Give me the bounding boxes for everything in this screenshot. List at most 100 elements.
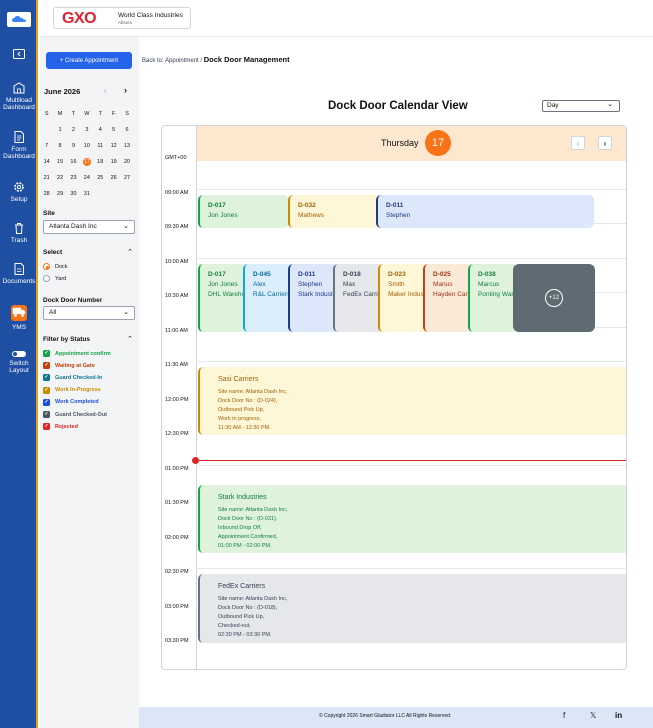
checkbox-checked-icon: ✓	[43, 362, 50, 370]
appointment-event[interactable]: D-018 Max FedEx Carriers	[333, 264, 383, 332]
time-slot-gridline	[196, 465, 626, 466]
mini-calendar-day[interactable]: 5	[107, 127, 120, 133]
appointment-event[interactable]: FedEx Carriers Site name: Atlanta Dash In…	[198, 574, 626, 643]
view-mode-select[interactable]: Day ⌄	[542, 100, 620, 112]
appointment-event[interactable]: D-038 Marcus Ponting Warehouse	[468, 264, 518, 332]
filter-status-label: Filter by Status	[43, 336, 90, 343]
sidebar-item-multiload-dashboard[interactable]: Multiload Dashboard	[0, 81, 38, 112]
mini-calendar-prev-button[interactable]: ‹	[104, 86, 107, 95]
day-calendar: Thursday 17 ‹ › GMT+00 09:00 AM 09:30 AM 10…	[161, 125, 627, 670]
mini-calendar-day[interactable]: 7	[40, 143, 53, 149]
mini-calendar-day[interactable]: 16	[67, 159, 80, 165]
status-filter-checkbox[interactable]: ✓ Work Completed	[43, 398, 99, 406]
breadcrumb-current: Dock Door Management	[203, 55, 290, 64]
mini-calendar-day[interactable]: 23	[67, 175, 80, 181]
mini-calendar-day[interactable]: 1	[53, 127, 66, 133]
mini-calendar-day[interactable]: 24	[80, 175, 93, 181]
sidebar-item-form-dashboard[interactable]: Form Dashboard	[0, 130, 38, 161]
sidebar-item-documents[interactable]: Documents	[0, 262, 38, 285]
appointment-event[interactable]: D-023 Smith Maker Industries	[378, 264, 428, 332]
mini-calendar-day[interactable]: 25	[94, 175, 107, 181]
event-dock-id: D-032	[298, 202, 316, 209]
more-events-button[interactable]: +12	[513, 264, 595, 332]
mini-calendar-day[interactable]: 2	[67, 127, 80, 133]
mini-calendar-day[interactable]: 27	[120, 175, 133, 181]
appointment-event[interactable]: Stark Industries Site name: Atlanta Dash …	[198, 485, 626, 553]
current-time-dot	[192, 457, 199, 464]
mini-calendar-day[interactable]: 20	[120, 159, 133, 165]
mini-calendar-day[interactable]: 4	[94, 127, 107, 133]
status-filter-checkbox[interactable]: ✓ Guard Checked-Out	[43, 411, 107, 418]
status-filter-label: Appointment confirm	[55, 350, 111, 357]
appointment-event[interactable]: D-032 Mathews	[288, 195, 380, 228]
site-select[interactable]: Atlanta Dash Inc ⌄	[43, 220, 135, 234]
document-icon	[14, 131, 24, 143]
mini-calendar-day[interactable]: 13	[120, 143, 133, 149]
sidebar-item-yms[interactable]: YMS	[0, 305, 38, 331]
breadcrumb-back-link[interactable]: Back to: Appointment /	[142, 58, 202, 64]
time-slot-label: 11:00 AM	[165, 328, 188, 334]
radio-yard[interactable]: Yard	[43, 275, 66, 282]
appointment-event[interactable]: D-011 Stephen Stark Industries	[288, 264, 338, 332]
appointment-event[interactable]: D-017 Jon Jones	[198, 195, 289, 228]
appointment-event[interactable]: D-025 Manus Hayden Carriers	[423, 264, 473, 332]
mini-calendar-day[interactable]: 11	[94, 143, 107, 149]
status-filter-label: Waiting at Gate	[55, 362, 95, 369]
mini-calendar-day[interactable]: 10	[80, 143, 93, 149]
mini-calendar-next-button[interactable]: ›	[124, 85, 127, 95]
event-detail-line: Dock Door No : (D-024),	[218, 398, 278, 404]
prev-day-button[interactable]: ‹	[571, 136, 585, 150]
appointment-event[interactable]: D-045 Alex R&L Carriers	[243, 264, 293, 332]
status-filter-checkbox[interactable]: ✓ Appointment confirm	[43, 350, 111, 357]
mini-calendar-day[interactable]: 12	[107, 143, 120, 149]
mini-calendar-day[interactable]: 28	[40, 191, 53, 197]
sidebar-item-minimize[interactable]	[0, 47, 38, 63]
mini-calendar-day[interactable]: 15	[53, 159, 66, 165]
mini-calendar-day[interactable]: 18	[94, 159, 107, 165]
chevron-up-icon[interactable]: ⌃	[127, 248, 133, 256]
next-day-button[interactable]: ›	[598, 136, 612, 150]
time-slot-gridline	[196, 258, 626, 259]
mini-calendar-day[interactable]: 30	[67, 191, 80, 197]
mini-calendar-day[interactable]: 22	[53, 175, 66, 181]
event-driver-name: Smith	[388, 281, 405, 288]
create-appointment-button[interactable]: + Create Appointment	[46, 52, 132, 69]
linkedin-icon[interactable]: in	[615, 711, 622, 720]
company-switcher[interactable]: GXO World Class Industries Atlanta	[53, 7, 191, 29]
truck-icon	[11, 305, 27, 321]
mini-calendar-day[interactable]: 21	[40, 175, 53, 181]
sidebar-item-trash[interactable]: Trash	[0, 221, 38, 244]
status-filter-checkbox[interactable]: ✓ Waiting at Gate	[43, 362, 95, 370]
facebook-icon[interactable]: f	[563, 711, 565, 720]
trash-icon	[15, 223, 23, 234]
mini-calendar-day[interactable]: 26	[107, 175, 120, 181]
time-slot-gridline	[196, 361, 626, 362]
mini-calendar-day[interactable]: 3	[80, 127, 93, 133]
select-label: Select	[43, 249, 63, 256]
status-filter-checkbox[interactable]: ✓ Work In-Progress	[43, 386, 101, 394]
mini-calendar-day[interactable]: 19	[107, 159, 120, 165]
chevron-up-icon[interactable]: ⌃	[127, 335, 133, 343]
mini-calendar-day[interactable]: 31	[80, 191, 93, 197]
appointment-event[interactable]: D-017 Jon Jones DHL Warehouse	[198, 264, 248, 332]
dock-door-select[interactable]: All ⌄	[43, 306, 135, 320]
sidebar-item-switch-layout[interactable]: Switch Layout	[0, 351, 38, 375]
event-dock-id: D-017	[208, 271, 226, 278]
sidebar-item-label: Documents	[2, 278, 36, 285]
appointment-event[interactable]: Sasi Carriers Site name: Atlanta Dash Inc…	[198, 367, 626, 435]
mini-calendar-day[interactable]: 6	[120, 127, 133, 133]
event-driver-name: Mathews	[298, 212, 325, 219]
x-twitter-icon[interactable]: 𝕏	[590, 711, 596, 720]
appointment-event[interactable]: D-011 Stephen	[376, 195, 594, 228]
radio-dock[interactable]: Dock	[43, 263, 68, 270]
mini-calendar-day[interactable]: 9	[67, 143, 80, 149]
status-filter-checkbox[interactable]: ✓ Guard Checked-In	[43, 374, 102, 382]
sidebar-item-setup[interactable]: Setup	[0, 180, 38, 203]
app-logo[interactable]	[7, 12, 31, 27]
mini-calendar-day[interactable]: 8	[53, 143, 66, 149]
breadcrumb: Back to: Appointment / Dock Door Managem…	[142, 55, 290, 64]
mini-calendar-day[interactable]: 29	[53, 191, 66, 197]
status-filter-checkbox[interactable]: ✓ Rejected	[43, 423, 78, 431]
mini-calendar-day[interactable]: 14	[40, 159, 53, 165]
mini-calendar-today[interactable]: 17	[82, 158, 91, 166]
